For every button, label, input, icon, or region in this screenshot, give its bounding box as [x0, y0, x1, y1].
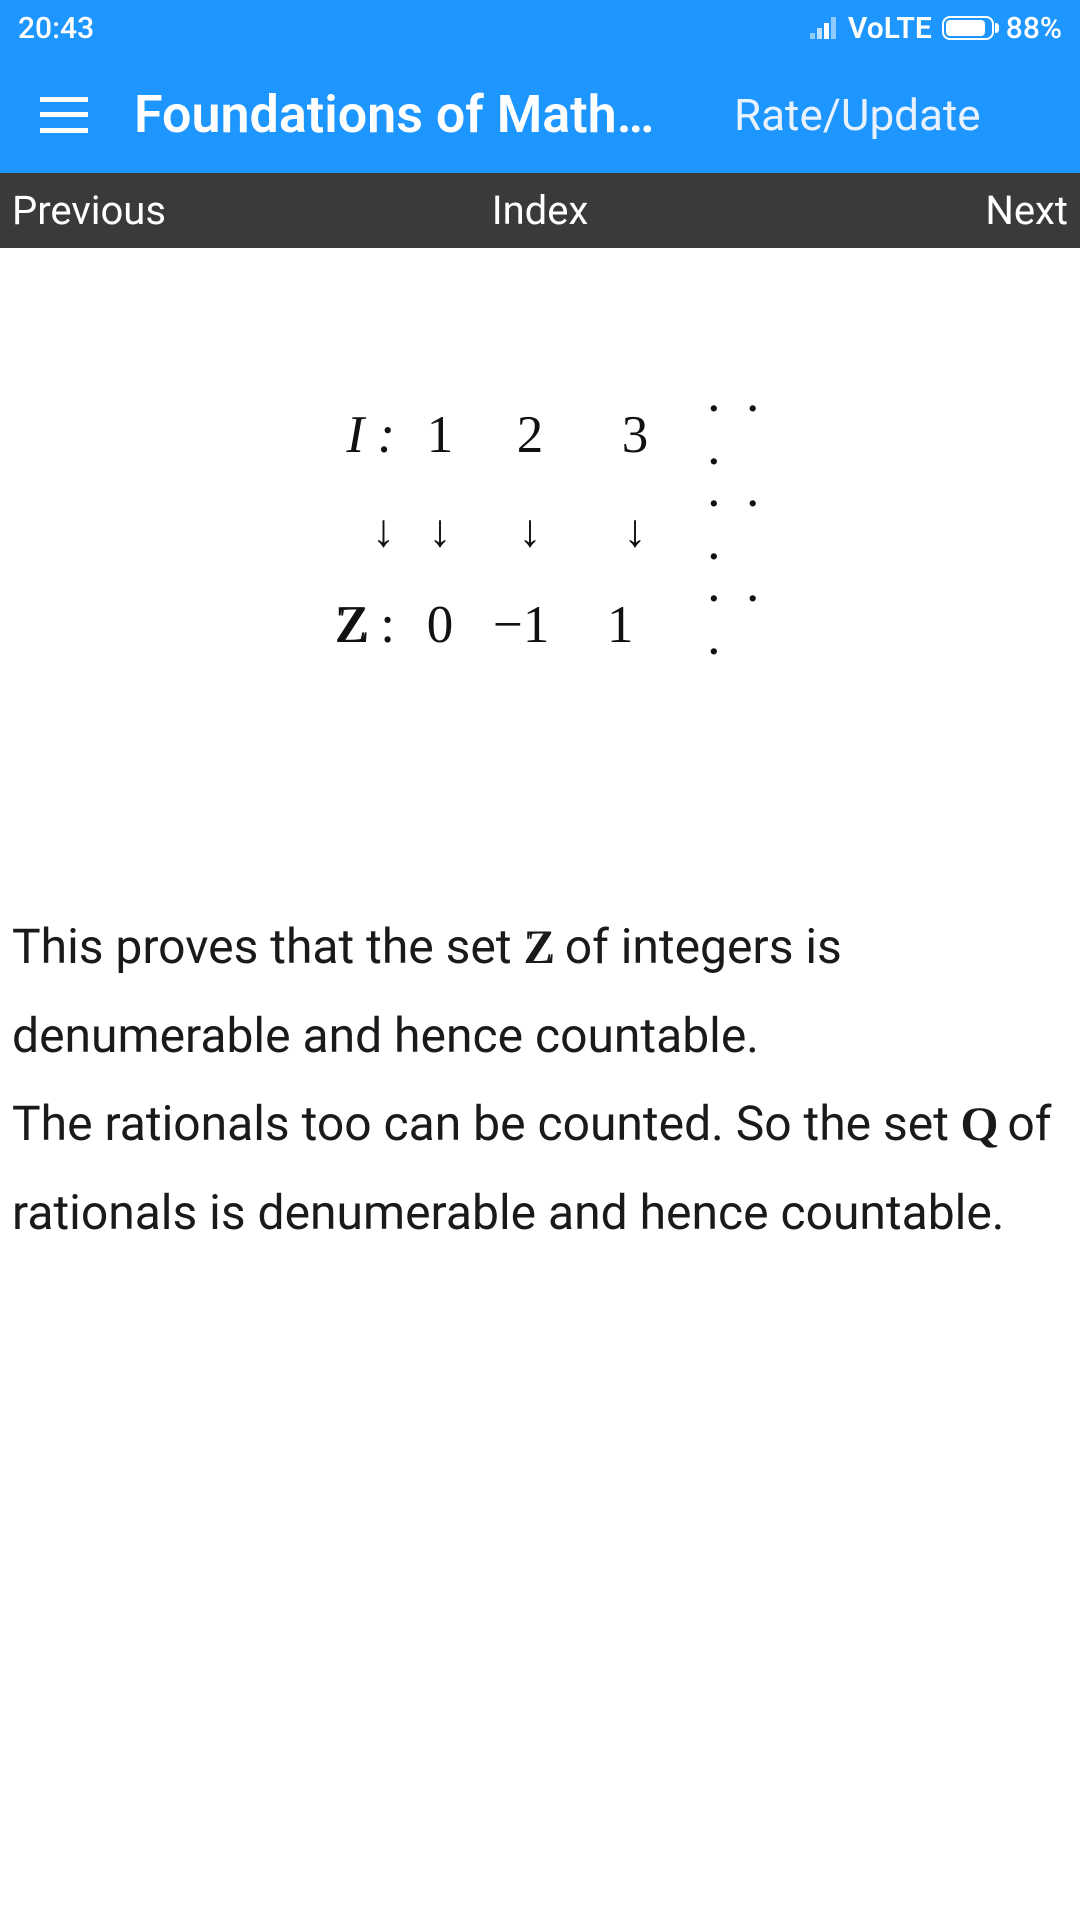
- math-arrow: ↓: [285, 508, 395, 554]
- content-area: I : 1 2 3 · · · ↓ ↓ ↓ ↓ · · · Z : 0 −1 1…: [0, 388, 1080, 1257]
- math-cell: · · ·: [695, 573, 795, 679]
- math-cell: −1: [485, 599, 575, 652]
- integer-symbol: Z: [523, 904, 552, 992]
- battery-percent: 88%: [1006, 11, 1062, 46]
- signal-icon: [810, 17, 838, 39]
- nav-bar: Previous Index Next: [0, 173, 1080, 248]
- math-mapping-diagram: I : 1 2 3 · · · ↓ ↓ ↓ ↓ · · · Z : 0 −1 1…: [12, 388, 1068, 673]
- paragraph-2: The rationals too can be counted. So the…: [12, 1080, 1068, 1257]
- math-cell: 3: [575, 409, 695, 462]
- math-arrow: ↓: [575, 508, 695, 554]
- next-button[interactable]: Next: [985, 187, 1068, 234]
- network-label: VoLTE: [848, 11, 932, 46]
- math-cell: 1: [575, 599, 695, 652]
- rate-update-button[interactable]: Rate/Update: [734, 89, 985, 141]
- text: This proves that the set: [12, 918, 523, 975]
- battery-icon: [942, 16, 994, 40]
- paragraph-1: This proves that the set Z of integers i…: [12, 903, 1068, 1080]
- text: The rationals too can be counted. So the…: [12, 1095, 961, 1152]
- math-cell: · · ·: [695, 383, 795, 489]
- app-bar: Foundations of Math… Rate/Update: [0, 56, 1080, 173]
- math-arrow: ↓: [485, 508, 575, 554]
- math-arrow: ↓: [395, 508, 485, 554]
- rational-symbol: Q: [961, 1081, 996, 1169]
- page-title: Foundations of Math…: [134, 84, 734, 145]
- status-time: 20:43: [18, 11, 94, 46]
- math-cell: · · ·: [695, 478, 795, 584]
- math-cell: 1: [395, 409, 485, 462]
- status-bar: 20:43 VoLTE 88%: [0, 0, 1080, 56]
- math-row3-label: Z :: [285, 599, 395, 652]
- status-right: VoLTE 88%: [810, 11, 1062, 46]
- prev-button[interactable]: Previous: [12, 187, 166, 234]
- menu-icon[interactable]: [40, 97, 88, 133]
- math-cell: 0: [395, 599, 485, 652]
- math-row1-label: I :: [285, 409, 395, 462]
- math-cell: 2: [485, 409, 575, 462]
- index-button[interactable]: Index: [492, 187, 589, 234]
